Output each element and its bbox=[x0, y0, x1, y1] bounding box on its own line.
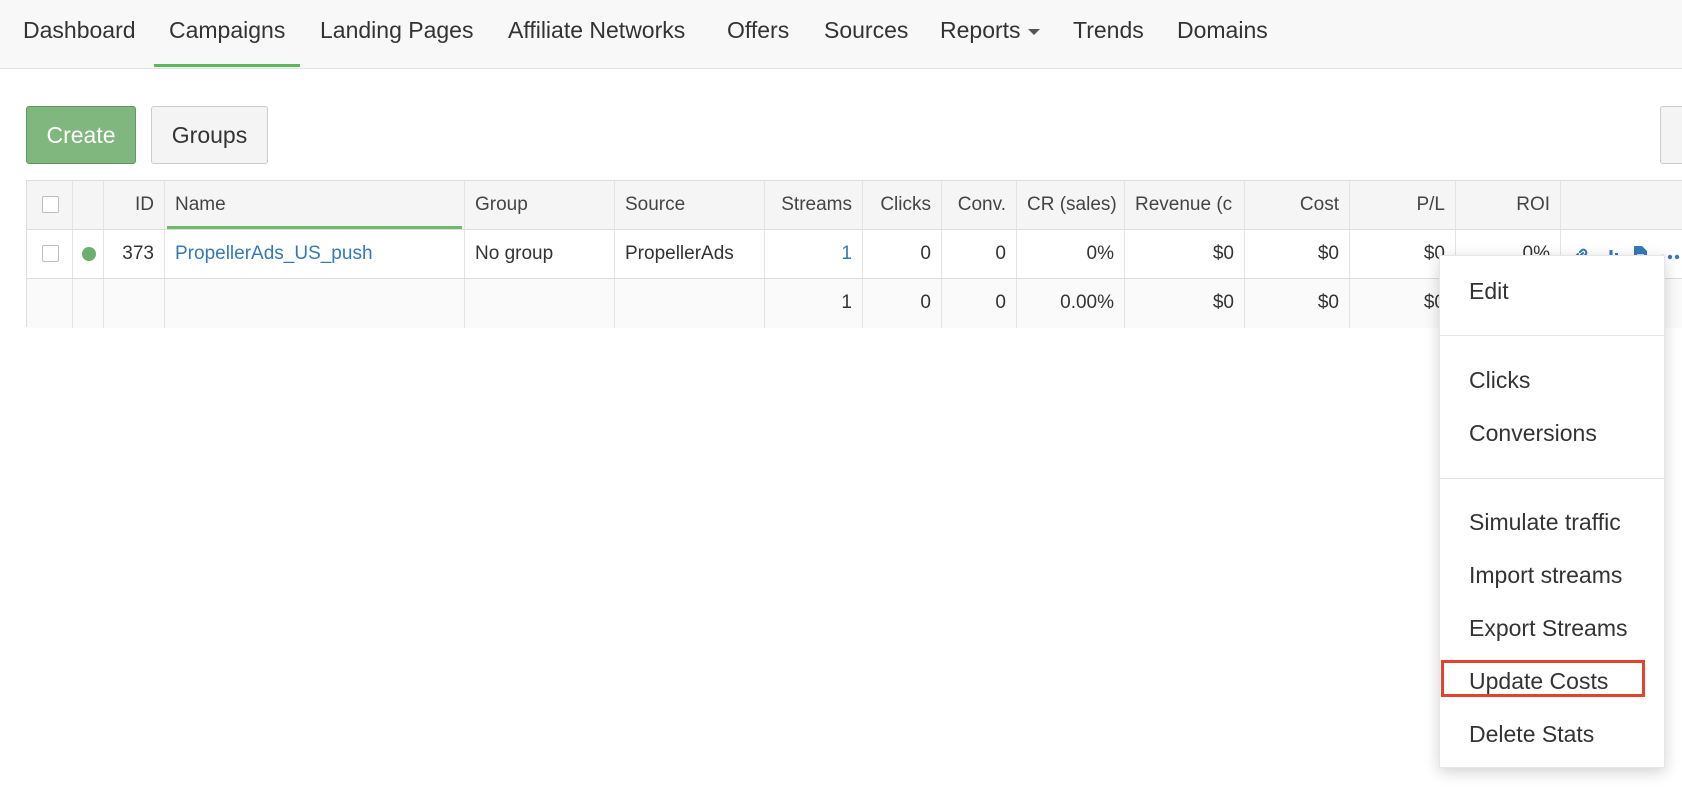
row-cost: $0 bbox=[1245, 230, 1350, 278]
total-conv: 0 bbox=[942, 279, 1017, 328]
toolbar-right-button[interactable] bbox=[1660, 106, 1682, 164]
row-id: 373 bbox=[104, 230, 165, 278]
nav-campaigns[interactable]: Campaigns bbox=[154, 0, 301, 67]
row-checkbox[interactable] bbox=[42, 245, 59, 262]
column-header-pl[interactable]: P/L bbox=[1350, 181, 1456, 229]
menu-item-edit[interactable]: Edit bbox=[1440, 270, 1664, 312]
row-name-cell: PropellerAds_US_push bbox=[165, 230, 465, 278]
caret-down-icon bbox=[1027, 28, 1040, 35]
nav-reports[interactable]: Reports bbox=[940, 0, 1040, 67]
totals-empty-cell bbox=[27, 279, 73, 328]
menu-divider bbox=[1440, 335, 1664, 336]
total-cost: $0 bbox=[1245, 279, 1350, 328]
row-streams-cell: 1 bbox=[765, 230, 863, 278]
totals-empty-cell bbox=[615, 279, 765, 328]
campaigns-table: ID Name Group Source Streams Clicks Conv… bbox=[26, 180, 1682, 328]
total-revenue: $0 bbox=[1125, 279, 1245, 328]
column-header-source[interactable]: Source bbox=[615, 181, 765, 229]
row-cr-sales: 0% bbox=[1017, 230, 1125, 278]
totals-empty-cell bbox=[165, 279, 465, 328]
row-source: PropellerAds bbox=[615, 230, 765, 278]
column-header-clicks[interactable]: Clicks bbox=[863, 181, 942, 229]
menu-item-export-streams[interactable]: Export Streams bbox=[1440, 607, 1664, 649]
column-header-id[interactable]: ID bbox=[104, 181, 165, 229]
nav-sources[interactable]: Sources bbox=[824, 0, 908, 67]
campaign-actions-menu: Edit Clicks Conversions Simulate traffic… bbox=[1439, 255, 1665, 768]
totals-empty-cell bbox=[73, 279, 104, 328]
totals-empty-cell bbox=[104, 279, 165, 328]
nav-offers[interactable]: Offers bbox=[727, 0, 789, 67]
row-select-cell bbox=[27, 230, 73, 278]
column-header-roi[interactable]: ROI bbox=[1456, 181, 1561, 229]
table-header-row: ID Name Group Source Streams Clicks Conv… bbox=[27, 181, 1682, 230]
nav-domains[interactable]: Domains bbox=[1177, 0, 1268, 67]
menu-item-update-costs[interactable]: Update Costs bbox=[1440, 660, 1664, 702]
menu-item-import-streams[interactable]: Import streams bbox=[1440, 554, 1664, 596]
campaign-name-link[interactable]: PropellerAds_US_push bbox=[175, 243, 373, 264]
column-header-conv[interactable]: Conv. bbox=[942, 181, 1017, 229]
column-header-group[interactable]: Group bbox=[465, 181, 615, 229]
totals-empty-cell bbox=[465, 279, 615, 328]
nav-affiliate-networks[interactable]: Affiliate Networks bbox=[508, 0, 685, 67]
row-group: No group bbox=[465, 230, 615, 278]
row-status-cell bbox=[73, 230, 104, 278]
menu-item-delete-stats[interactable]: Delete Stats bbox=[1440, 713, 1664, 755]
total-clicks: 0 bbox=[863, 279, 942, 328]
streams-count-link[interactable]: 1 bbox=[841, 243, 852, 264]
column-header-name[interactable]: Name bbox=[165, 181, 465, 229]
create-button[interactable]: Create bbox=[26, 106, 136, 164]
column-header-cr-sales[interactable]: CR (sales) bbox=[1017, 181, 1125, 229]
menu-item-clicks[interactable]: Clicks bbox=[1440, 359, 1664, 401]
select-all-checkbox[interactable] bbox=[42, 196, 59, 213]
select-all-cell bbox=[27, 181, 73, 229]
menu-divider bbox=[1440, 478, 1664, 479]
total-streams: 1 bbox=[765, 279, 863, 328]
column-header-cost[interactable]: Cost bbox=[1245, 181, 1350, 229]
row-conv: 0 bbox=[942, 230, 1017, 278]
column-header-streams[interactable]: Streams bbox=[765, 181, 863, 229]
table-row: 373 PropellerAds_US_push No group Propel… bbox=[27, 230, 1682, 279]
row-revenue: $0 bbox=[1125, 230, 1245, 278]
total-cr-sales: 0.00% bbox=[1017, 279, 1125, 328]
nav-dashboard[interactable]: Dashboard bbox=[23, 0, 136, 67]
table-totals-row: 1 0 0 0.00% $0 $0 $0 bbox=[27, 279, 1682, 328]
nav-reports-label: Reports bbox=[940, 17, 1021, 43]
menu-item-conversions[interactable]: Conversions bbox=[1440, 412, 1664, 454]
nav-trends[interactable]: Trends bbox=[1073, 0, 1144, 67]
groups-button[interactable]: Groups bbox=[151, 106, 268, 164]
status-active-dot bbox=[82, 247, 96, 261]
status-header-cell bbox=[73, 181, 104, 229]
top-navigation: Dashboard Campaigns Landing Pages Affili… bbox=[0, 0, 1682, 69]
column-header-revenue[interactable]: Revenue (c bbox=[1125, 181, 1245, 229]
row-clicks: 0 bbox=[863, 230, 942, 278]
nav-landing-pages[interactable]: Landing Pages bbox=[320, 0, 473, 67]
menu-item-simulate-traffic[interactable]: Simulate traffic bbox=[1440, 501, 1664, 543]
